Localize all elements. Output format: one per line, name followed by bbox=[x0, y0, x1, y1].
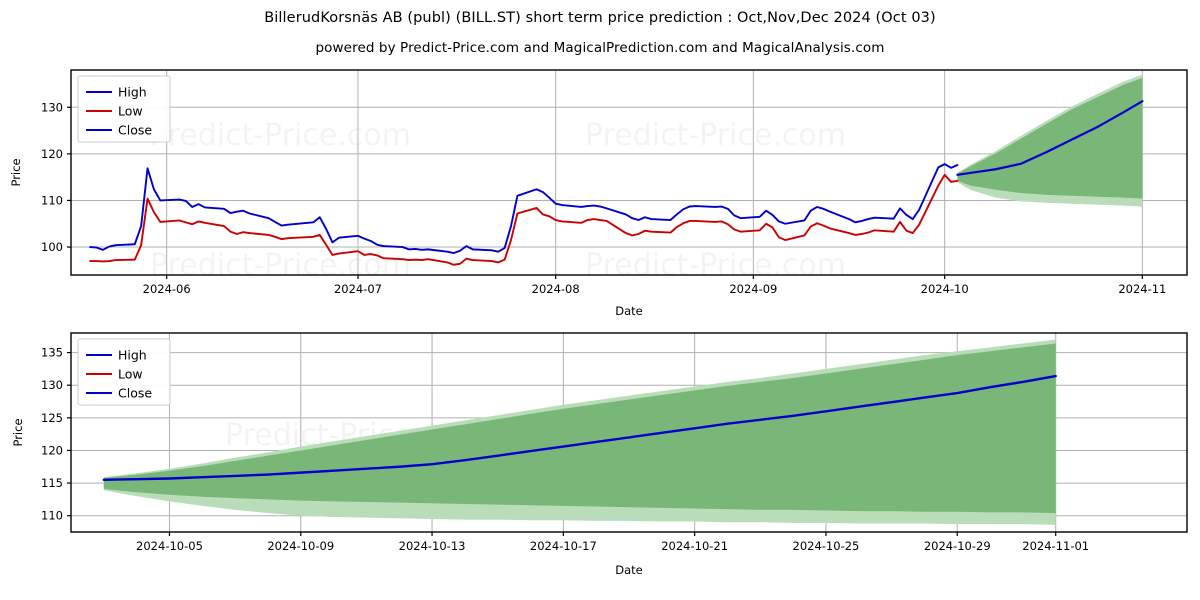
svg-text:2024-10: 2024-10 bbox=[921, 282, 969, 296]
svg-text:Predict-Price.com: Predict-Price.com bbox=[150, 248, 411, 283]
page-title: BillerudKorsnäs AB (publ) (BILL.ST) shor… bbox=[264, 10, 936, 26]
svg-text:2024-10-25: 2024-10-25 bbox=[793, 539, 860, 553]
svg-text:2024-10-05: 2024-10-05 bbox=[136, 539, 203, 553]
svg-text:Predict-Price.com: Predict-Price.com bbox=[585, 248, 846, 283]
svg-text:2024-07: 2024-07 bbox=[334, 282, 382, 296]
svg-text:110: 110 bbox=[41, 193, 63, 207]
svg-text:2024-09: 2024-09 bbox=[729, 282, 777, 296]
svg-text:Date: Date bbox=[615, 563, 643, 577]
forecast-detail-chart-svg: Predict-Price.comPredict-Price.com110115… bbox=[11, 332, 1188, 577]
svg-text:2024-06: 2024-06 bbox=[143, 282, 191, 296]
svg-text:Date: Date bbox=[615, 304, 643, 318]
svg-text:110: 110 bbox=[41, 509, 63, 523]
svg-text:130: 130 bbox=[41, 100, 63, 114]
forecast-detail-chart-panel: Predict-Price.comPredict-Price.com110115… bbox=[0, 325, 1200, 600]
title-block: BillerudKorsnäs AB (publ) (BILL.ST) shor… bbox=[0, 0, 1200, 56]
svg-text:2024-11: 2024-11 bbox=[1118, 282, 1166, 296]
svg-text:2024-10-17: 2024-10-17 bbox=[530, 539, 597, 553]
svg-text:2024-11-01: 2024-11-01 bbox=[1022, 539, 1089, 553]
svg-text:Price: Price bbox=[11, 418, 25, 446]
svg-text:130: 130 bbox=[41, 378, 63, 392]
svg-text:Close: Close bbox=[118, 123, 152, 138]
svg-text:120: 120 bbox=[41, 147, 63, 161]
svg-text:120: 120 bbox=[41, 443, 63, 457]
svg-text:125: 125 bbox=[41, 411, 63, 425]
svg-text:2024-10-29: 2024-10-29 bbox=[924, 539, 991, 553]
svg-text:2024-10-21: 2024-10-21 bbox=[661, 539, 728, 553]
svg-text:115: 115 bbox=[41, 476, 63, 490]
svg-text:Predict-Price.com: Predict-Price.com bbox=[150, 118, 411, 153]
overview-chart-svg: Predict-Price.com Predict-Price.com Predic… bbox=[9, 69, 1188, 318]
svg-text:2024-10-09: 2024-10-09 bbox=[267, 539, 334, 553]
svg-text:High: High bbox=[118, 85, 147, 100]
svg-text:135: 135 bbox=[41, 346, 63, 360]
svg-text:100: 100 bbox=[41, 240, 63, 254]
svg-text:Price: Price bbox=[9, 158, 23, 186]
svg-text:2024-08: 2024-08 bbox=[532, 282, 580, 296]
svg-text:Low: Low bbox=[118, 104, 143, 119]
svg-text:Close: Close bbox=[118, 386, 152, 401]
overview-chart-panel: Predict-Price.com Predict-Price.com Predic… bbox=[0, 60, 1200, 320]
svg-text:High: High bbox=[118, 348, 147, 363]
chart-page: BillerudKorsnäs AB (publ) (BILL.ST) shor… bbox=[0, 0, 1200, 600]
svg-text:Predict-Price.com: Predict-Price.com bbox=[585, 118, 846, 153]
svg-text:Low: Low bbox=[118, 367, 143, 382]
svg-text:2024-10-13: 2024-10-13 bbox=[399, 539, 466, 553]
page-subtitle: powered by Predict-Price.com and Magical… bbox=[315, 40, 885, 56]
